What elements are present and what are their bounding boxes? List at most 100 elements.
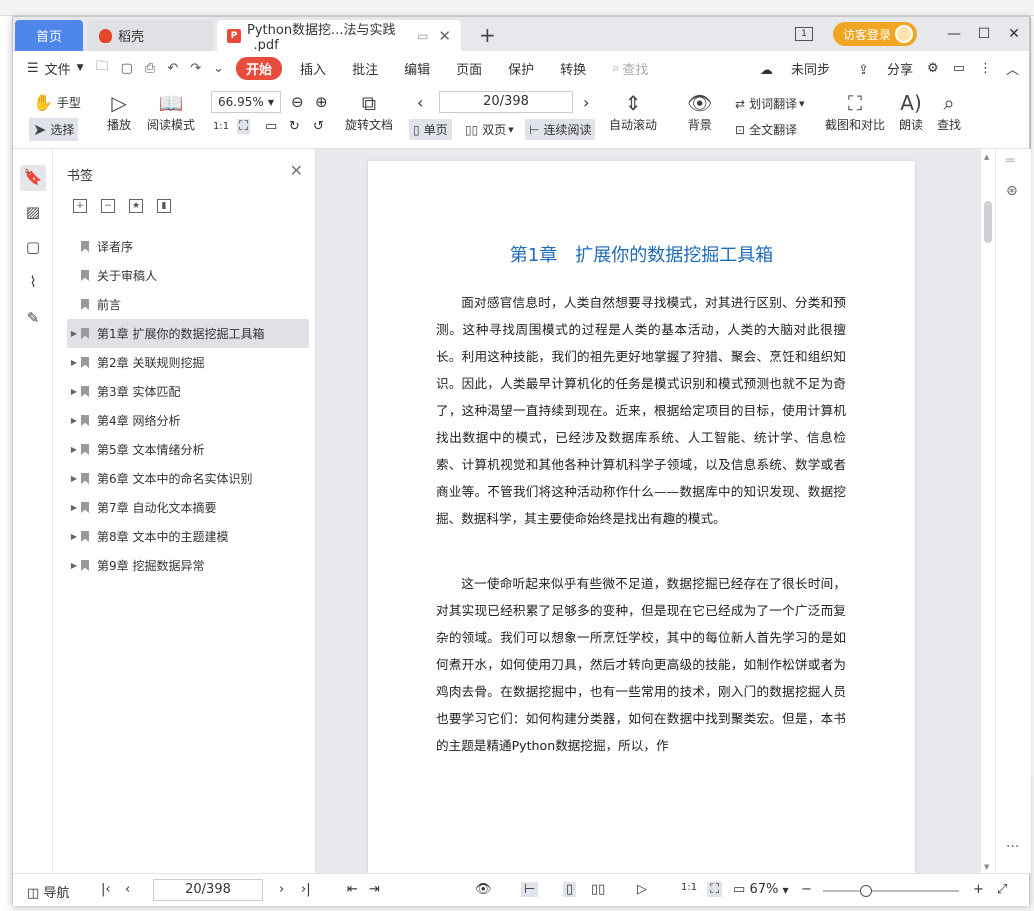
- bookmark-item[interactable]: 译者序: [67, 232, 309, 261]
- menu-start[interactable]: 开始: [236, 56, 283, 80]
- collapse-ribbon-icon[interactable]: ︿: [1006, 59, 1019, 78]
- read-aloud-button[interactable]: A) 朗读: [899, 90, 923, 133]
- continuous-status-icon[interactable]: ⊢: [521, 882, 539, 897]
- save-icon[interactable]: ▢: [121, 61, 133, 76]
- read-mode-button[interactable]: 📖 阅读模式: [147, 90, 195, 133]
- eye-protect-icon[interactable]: 👁: [475, 882, 492, 897]
- sync-status[interactable]: ☁ 未同步: [746, 59, 830, 78]
- share-button[interactable]: ⇪ 分享: [844, 59, 913, 78]
- next-page-icon[interactable]: ›: [583, 93, 589, 112]
- zoom-slider[interactable]: [823, 885, 959, 897]
- expand-arrow-icon[interactable]: ▶: [67, 329, 81, 338]
- menu-convert[interactable]: 转换: [560, 59, 586, 78]
- bookmark-item[interactable]: ▶ 第2章 关联规则挖掘: [67, 348, 309, 377]
- minimize-button[interactable]: —: [939, 26, 969, 42]
- forward-view-icon[interactable]: ⇥: [369, 882, 380, 897]
- attachment-icon[interactable]: ⌇: [23, 273, 43, 293]
- thumbnail-icon[interactable]: ▨: [23, 203, 43, 223]
- bookmark-item[interactable]: ▶ 第8章 文本中的主题建模: [67, 522, 309, 551]
- last-page-icon[interactable]: ›|: [301, 882, 311, 897]
- bookmark-panel-icon[interactable]: 🔖: [20, 165, 46, 191]
- redo-icon[interactable]: ↷: [190, 61, 201, 76]
- zoom-out-status-icon[interactable]: −: [801, 882, 812, 897]
- fit-page-status-icon[interactable]: ⛶: [707, 882, 723, 897]
- single-page-status-icon[interactable]: ▯: [563, 882, 577, 897]
- screenshot-compare-button[interactable]: ⛶ 截图和对比: [825, 90, 885, 133]
- maximize-button[interactable]: ☐: [969, 26, 999, 42]
- double-page-status-icon[interactable]: ▯▯: [591, 882, 605, 897]
- scroll-up-icon[interactable]: ▲: [984, 153, 989, 161]
- zoom-in-status-icon[interactable]: +: [973, 882, 984, 897]
- settings-icon[interactable]: ⚙: [927, 61, 939, 76]
- bookmark-item[interactable]: ▶ 第7章 自动化文本摘要: [67, 493, 309, 522]
- hand-tool[interactable]: ✋ 手型: [33, 93, 81, 112]
- expand-arrow-icon[interactable]: ▶: [67, 474, 81, 483]
- expand-arrow-icon[interactable]: ▶: [67, 561, 81, 570]
- bookmark-item[interactable]: ▶ 第9章 挖掘数据异常: [67, 551, 309, 580]
- open-folder-icon[interactable]: 🗀: [96, 57, 109, 79]
- close-window-button[interactable]: ✕: [999, 26, 1029, 42]
- close-panel-icon[interactable]: ✕: [290, 161, 303, 180]
- more-options-icon[interactable]: ···: [1006, 839, 1019, 855]
- play-status-icon[interactable]: ▷: [637, 882, 647, 897]
- word-translate-button[interactable]: ⇄ 划词翻译 ▼: [735, 95, 804, 112]
- next-page-status-icon[interactable]: ›: [279, 882, 284, 897]
- bookmark-item[interactable]: ▶ 第4章 网络分析: [67, 406, 309, 435]
- menu-edit[interactable]: 编辑: [404, 59, 430, 78]
- bookmark-item[interactable]: ▶ 第3章 实体匹配: [67, 377, 309, 406]
- navigation-button[interactable]: ◫ 导航: [27, 882, 69, 901]
- continuous-read-button[interactable]: ⊢ 连续阅读: [525, 119, 596, 140]
- tab-daoke[interactable]: 稻壳: [87, 20, 213, 51]
- zoom-select[interactable]: 66.95% ▼: [211, 91, 281, 113]
- select-tool[interactable]: ➤ 选择: [29, 118, 79, 141]
- zoom-slider-knob[interactable]: [860, 885, 872, 897]
- menu-protect[interactable]: 保护: [508, 59, 534, 78]
- double-page-button[interactable]: ▯▯ 双页 ▼: [465, 121, 514, 138]
- zoom-out-icon[interactable]: ⊖: [291, 93, 304, 111]
- menu-annotate[interactable]: 批注: [352, 59, 378, 78]
- back-view-icon[interactable]: ⇤: [347, 882, 358, 897]
- status-page-input[interactable]: 20/398: [153, 879, 263, 901]
- tab-home[interactable]: 首页: [15, 20, 83, 51]
- expand-arrow-icon[interactable]: ▶: [67, 503, 81, 512]
- expand-arrow-icon[interactable]: ▶: [67, 416, 81, 425]
- scroll-down-icon[interactable]: ▼: [984, 863, 989, 871]
- bookmark-item[interactable]: ▶ 第5章 文本情绪分析: [67, 435, 309, 464]
- drag-handle-icon[interactable]: ═: [1006, 153, 1014, 169]
- expand-arrow-icon[interactable]: ▶: [67, 445, 81, 454]
- ai-search-icon[interactable]: ⊛: [1006, 183, 1018, 199]
- comment-icon[interactable]: ▭: [953, 61, 965, 76]
- prev-page-icon[interactable]: ‹: [417, 93, 423, 112]
- more-icon[interactable]: ⋮: [979, 61, 992, 76]
- background-button[interactable]: 👁 背景: [687, 90, 712, 133]
- bookmark-item[interactable]: ▶ 第1章 扩展你的数据挖掘工具箱: [67, 319, 309, 348]
- prev-page-status-icon[interactable]: ‹: [125, 882, 130, 897]
- expand-arrow-icon[interactable]: ▶: [67, 532, 81, 541]
- vertical-scrollbar[interactable]: ▲ ▼: [981, 149, 995, 873]
- collapse-all-icon[interactable]: −: [101, 199, 115, 213]
- close-tab-icon[interactable]: ✕: [438, 27, 451, 45]
- visitor-login-button[interactable]: 访客登录: [832, 22, 917, 46]
- menu-insert[interactable]: 插入: [300, 59, 326, 78]
- expand-arrow-icon[interactable]: ▶: [67, 358, 81, 367]
- rotate-left-icon[interactable]: ↺: [313, 119, 324, 134]
- bookmark-item[interactable]: ▶ 第6章 文本中的命名实体识别: [67, 464, 309, 493]
- tab-pdf-document[interactable]: P Python数据挖...法与实践_.pdf ▭ ✕: [217, 20, 461, 53]
- signature-icon[interactable]: ✎: [23, 309, 43, 329]
- add-bookmark-icon[interactable]: ★: [129, 199, 143, 213]
- rotate-right-icon[interactable]: ↻: [289, 119, 300, 134]
- fit-width-icon[interactable]: ▭: [265, 119, 277, 134]
- rotate-document-button[interactable]: ⧉ 旋转文档: [345, 90, 393, 133]
- more-dropdown-icon[interactable]: ⌄: [213, 61, 224, 76]
- fullscreen-icon[interactable]: ⤢: [997, 882, 1007, 897]
- new-tab-button[interactable]: +: [479, 23, 496, 47]
- bookmark-icon[interactable]: ▮: [157, 199, 171, 213]
- bookmark-item[interactable]: 前言: [67, 290, 309, 319]
- file-menu[interactable]: ☰ 文件 ▼: [27, 59, 84, 78]
- play-button[interactable]: ▷ 播放: [107, 90, 131, 133]
- first-page-icon[interactable]: |‹: [101, 882, 111, 897]
- actual-size-status-icon[interactable]: 1:1: [681, 882, 697, 893]
- pin-icon[interactable]: ▭: [417, 29, 428, 43]
- single-page-button[interactable]: ▯ 单页: [409, 119, 452, 140]
- menu-search[interactable]: ⌕ 查找: [612, 59, 648, 78]
